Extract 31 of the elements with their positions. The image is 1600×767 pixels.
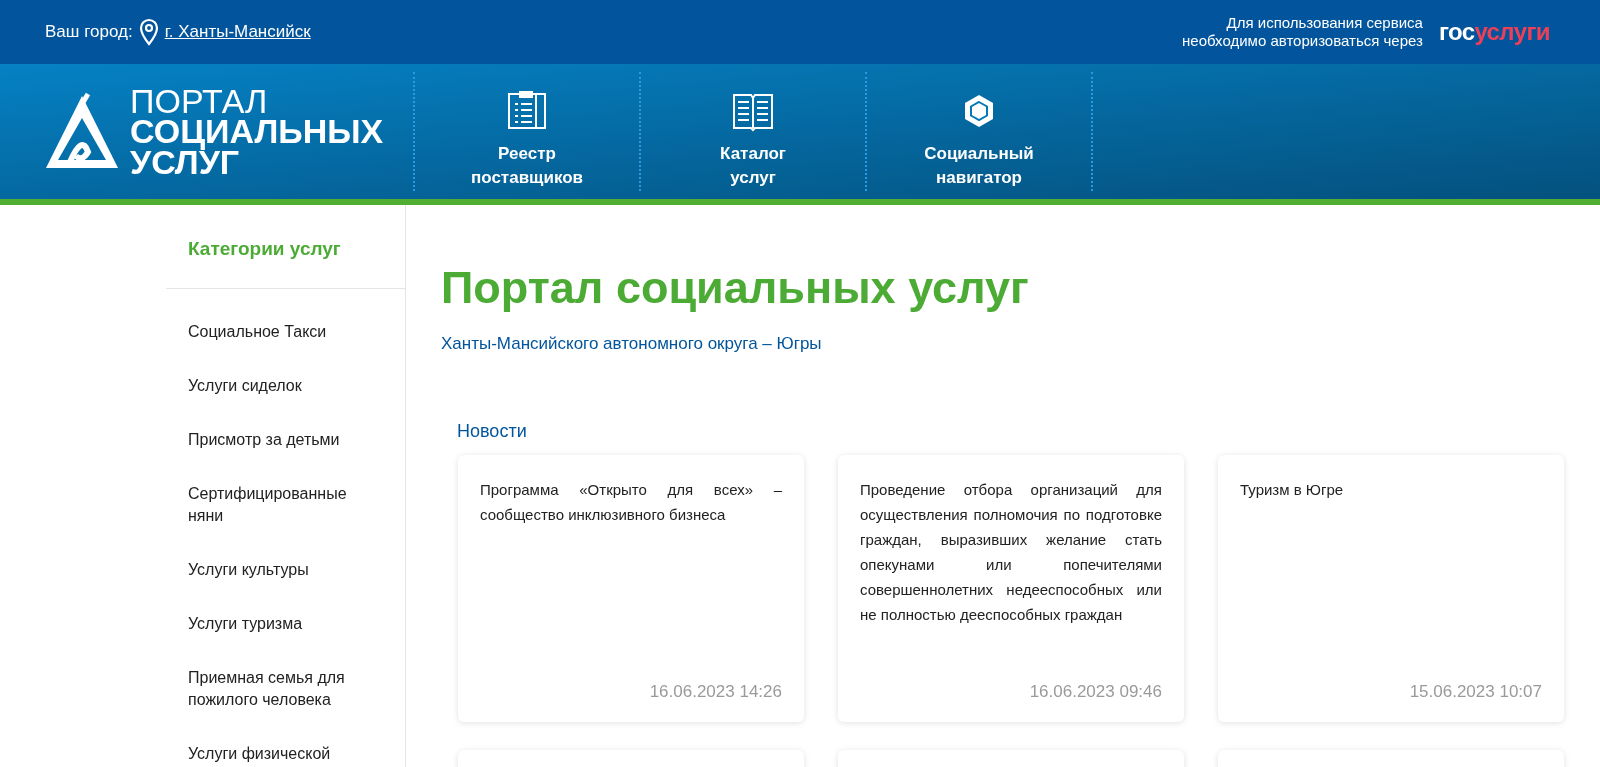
category-link[interactable]: Услуги туризма: [166, 580, 396, 635]
sidebar-title: Категории услуг: [166, 225, 405, 289]
auth-note: Для использования сервиса: [1225, 14, 1423, 32]
category-link[interactable]: Приемная семья для пожилого человека: [166, 634, 396, 711]
page-title: Портал социальных услуг: [441, 263, 1030, 313]
auth-note: необходимо авторизоваться через: [1182, 32, 1423, 50]
news-text: Проведение отбора организаций для осуществления полномочия по подготовке граждан, выразивших желание стать опекунами или попечителями совершеннолетних недееспособных или не полностью дееспособных граждан: [860, 480, 1162, 625]
category-link[interactable]: Услуги сиделок: [166, 342, 396, 397]
category-link[interactable]: Услуги культуры: [166, 526, 396, 581]
category-link[interactable]: Сертифицированные няни: [166, 450, 396, 527]
news-text: Туризм в Югре: [1240, 480, 1345, 500]
nav-link[interactable]: Реестр поставщиков: [415, 72, 641, 191]
category-link[interactable]: Присмотр за детьми: [166, 396, 396, 451]
page-subtitle: Ханты-Мансийского автономного округа – Югры: [441, 332, 823, 355]
logo-text: ПОРТАЛ: [130, 85, 269, 117]
location-pin-icon: [138, 18, 159, 46]
city-link[interactable]: г. Ханты-Мансийск: [164, 19, 311, 45]
city-label: Ваш город:: [45, 21, 133, 44]
news-date: 16.06.2023 14:26: [648, 680, 782, 703]
clipboard-icon: [506, 90, 548, 132]
category-link[interactable]: Социальное Такси: [166, 288, 396, 343]
nav-link[interactable]: Каталог услуг: [641, 72, 867, 191]
news-date: 16.06.2023 09:46: [1028, 680, 1162, 703]
news-text: Программа «Открыто для всех» – сообщество инклюзивного бизнеса: [480, 480, 782, 525]
news-card[interactable]: Туризм в Югре 15.06.2023 10:07: [1218, 455, 1564, 722]
gosuslugi-logo[interactable]: госуслуги: [1438, 14, 1550, 50]
news-card[interactable]: Программа «Открыто для всех» – сообщество инклюзивного бизнеса 16.06.2023 14:26: [458, 455, 804, 722]
nav-link[interactable]: Социальный навигатор: [867, 72, 1093, 191]
category-link[interactable]: Услуги физической: [166, 710, 396, 765]
news-date: 15.06.2023 10:07: [1408, 680, 1542, 703]
news-heading: Новости: [457, 420, 528, 443]
